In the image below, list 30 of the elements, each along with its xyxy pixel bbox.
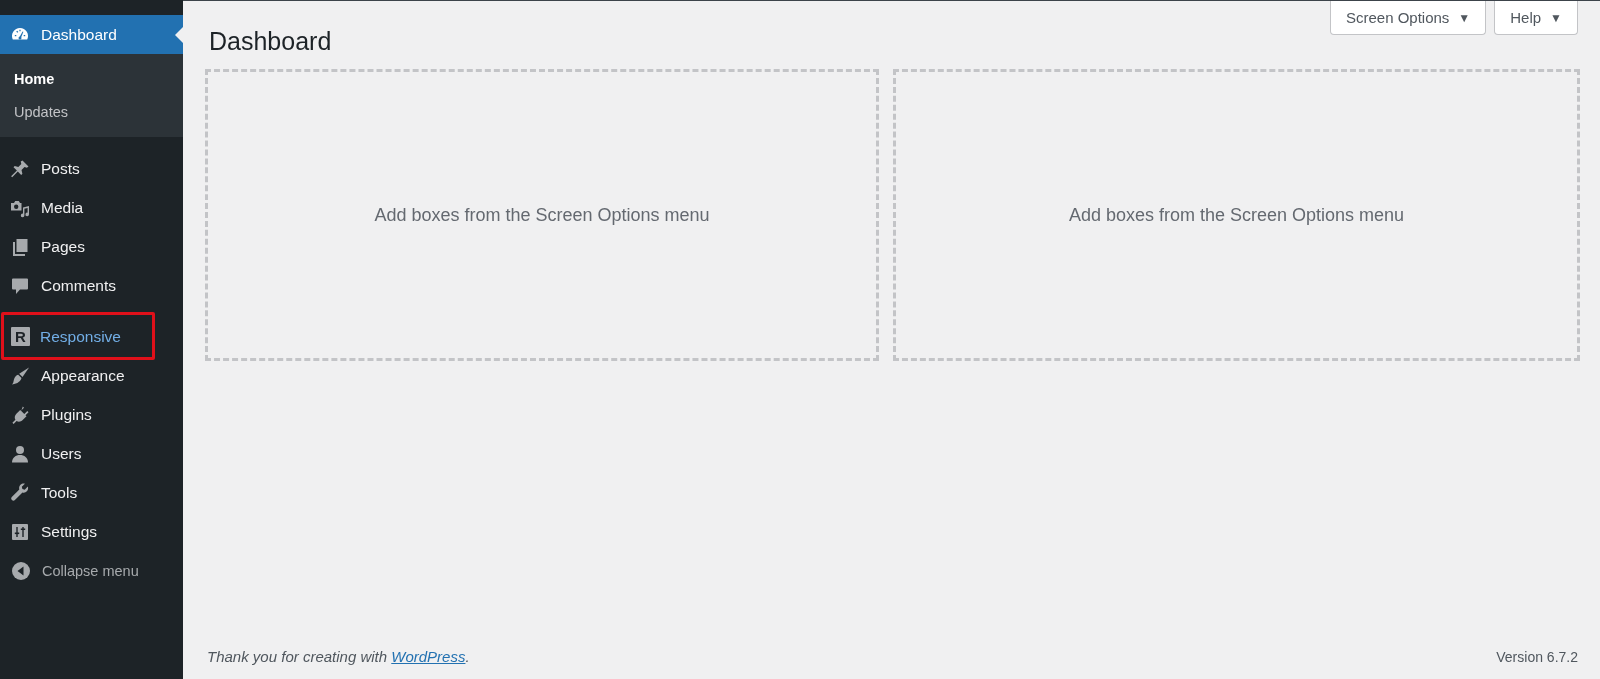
menu-item[interactable]: Appearance (0, 356, 183, 395)
help-button[interactable]: Help ▼ (1494, 1, 1578, 35)
menu-item[interactable]: Users (0, 434, 183, 473)
submenu-item[interactable]: Updates (0, 95, 183, 128)
wrench-icon (10, 482, 30, 503)
version-text: Version 6.7.2 (1496, 648, 1578, 667)
page-title: Dashboard (208, 26, 332, 56)
menu-item[interactable]: R Responsive (0, 317, 183, 356)
drop-zone-message: Add boxes from the Screen Options menu (1068, 204, 1405, 226)
pushpin-icon (10, 158, 30, 179)
sliders-icon (10, 521, 30, 542)
drop-zone-message: Add boxes from the Screen Options menu (374, 204, 710, 226)
menu-item[interactable]: Tools (0, 473, 183, 512)
user-icon (10, 443, 30, 464)
menu-item[interactable]: Dashboard (0, 15, 183, 54)
screen-options-button[interactable]: Screen Options ▼ (1329, 1, 1487, 35)
paintbrush-icon (10, 365, 30, 386)
menu-item[interactable]: Comments (0, 266, 183, 305)
stacked-pages-icon (10, 236, 30, 257)
footer-credit: Thank you for creating with WordPress. (207, 647, 470, 667)
collapse-menu-button[interactable]: Collapse menu (0, 551, 183, 590)
letter-tile-icon: R (11, 327, 30, 346)
left-arrow-circle-icon (11, 560, 31, 581)
menu-item[interactable]: Plugins (0, 395, 183, 434)
menu-item[interactable]: Settings (0, 512, 183, 551)
menu-item[interactable]: Posts (0, 149, 183, 188)
submenu-item[interactable]: Home (0, 62, 183, 95)
menu-item[interactable]: Media (0, 188, 183, 227)
menu-item[interactable]: Pages (0, 227, 183, 266)
plug-icon (10, 404, 30, 425)
